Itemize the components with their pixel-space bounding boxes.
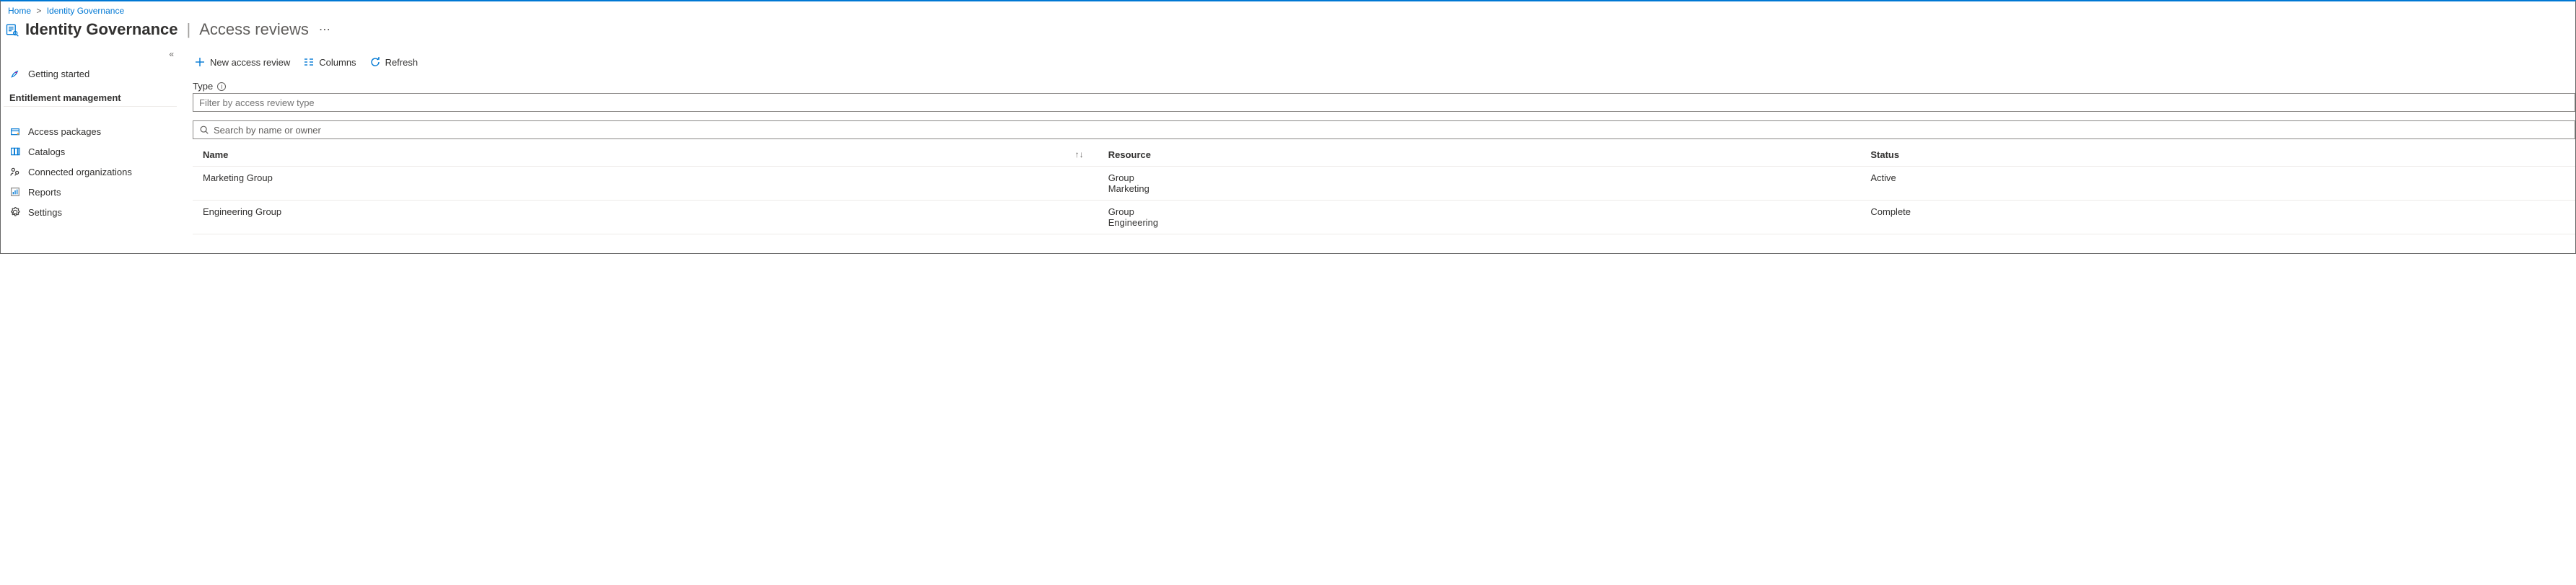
sidebar-item-label: Reports <box>28 187 61 198</box>
breadcrumb: Home > Identity Governance <box>1 1 2575 19</box>
sidebar-item-label: Getting started <box>28 69 89 79</box>
sidebar-item-label: Access packages <box>28 126 101 137</box>
reports-icon <box>9 186 21 198</box>
columns-button[interactable]: Columns <box>302 53 357 71</box>
column-header-resource[interactable]: Resource <box>1098 144 1861 167</box>
main-content: New access review Columns Refresh Type i <box>183 49 2575 234</box>
columns-icon <box>303 56 315 68</box>
collapse-sidebar-button[interactable]: « <box>169 49 174 59</box>
breadcrumb-current[interactable]: Identity Governance <box>47 6 124 16</box>
search-input[interactable]: Search by name or owner <box>193 120 2575 139</box>
new-access-review-button[interactable]: New access review <box>193 53 292 71</box>
search-placeholder: Search by name or owner <box>214 125 321 136</box>
rocket-icon <box>9 68 21 79</box>
plus-icon <box>194 56 206 68</box>
sort-icon[interactable]: ↑↓ <box>1075 149 1084 159</box>
cell-name: Marketing Group <box>193 167 1098 201</box>
title-separator: | <box>187 20 191 39</box>
sidebar-item-access-packages[interactable]: Access packages <box>4 121 183 141</box>
info-icon[interactable]: i <box>217 82 226 91</box>
organizations-icon <box>9 166 21 177</box>
catalog-icon <box>9 146 21 157</box>
refresh-icon <box>369 56 381 68</box>
toolbar-label: Columns <box>319 57 356 68</box>
search-icon <box>199 125 209 135</box>
sidebar-item-label: Connected organizations <box>28 167 132 177</box>
sidebar: « Getting started Entitlement management… <box>1 49 183 234</box>
toolbar-label: New access review <box>210 57 290 68</box>
cell-resource: Group Marketing <box>1098 167 1861 201</box>
package-icon <box>9 126 21 137</box>
page-title-row: Identity Governance | Access reviews ⋯ <box>1 19 2575 49</box>
sidebar-item-label: Settings <box>28 207 62 218</box>
table-row[interactable]: Engineering Group Group Engineering Comp… <box>193 201 2575 234</box>
sidebar-item-getting-started[interactable]: Getting started <box>4 63 183 84</box>
sidebar-item-reports[interactable]: Reports <box>4 182 183 202</box>
sidebar-section-header: Entitlement management <box>4 84 177 107</box>
breadcrumb-separator: > <box>36 6 41 16</box>
type-filter-label: Type i <box>193 81 2575 92</box>
column-header-status[interactable]: Status <box>1860 144 2575 167</box>
access-reviews-table: Name ↑↓ Resource Status Marketing Group … <box>193 144 2575 234</box>
gear-icon <box>9 206 21 218</box>
toolbar: New access review Columns Refresh <box>193 49 2575 81</box>
page-subtitle: Access reviews <box>199 20 309 39</box>
column-header-name[interactable]: Name ↑↓ <box>193 144 1098 167</box>
sidebar-item-catalogs[interactable]: Catalogs <box>4 141 183 162</box>
sidebar-item-connected-organizations[interactable]: Connected organizations <box>4 162 183 182</box>
cell-status: Complete <box>1860 201 2575 234</box>
breadcrumb-home[interactable]: Home <box>8 6 31 16</box>
table-row[interactable]: Marketing Group Group Marketing Active <box>193 167 2575 201</box>
sidebar-item-settings[interactable]: Settings <box>4 202 183 222</box>
refresh-button[interactable]: Refresh <box>368 53 420 71</box>
more-actions-button[interactable]: ⋯ <box>315 22 335 37</box>
page-title: Identity Governance <box>25 20 178 39</box>
toolbar-label: Refresh <box>385 57 419 68</box>
cell-name: Engineering Group <box>193 201 1098 234</box>
sidebar-item-label: Catalogs <box>28 146 65 157</box>
cell-resource: Group Engineering <box>1098 201 1861 234</box>
type-filter-input[interactable] <box>193 93 2575 112</box>
identity-governance-icon <box>5 22 19 37</box>
cell-status: Active <box>1860 167 2575 201</box>
